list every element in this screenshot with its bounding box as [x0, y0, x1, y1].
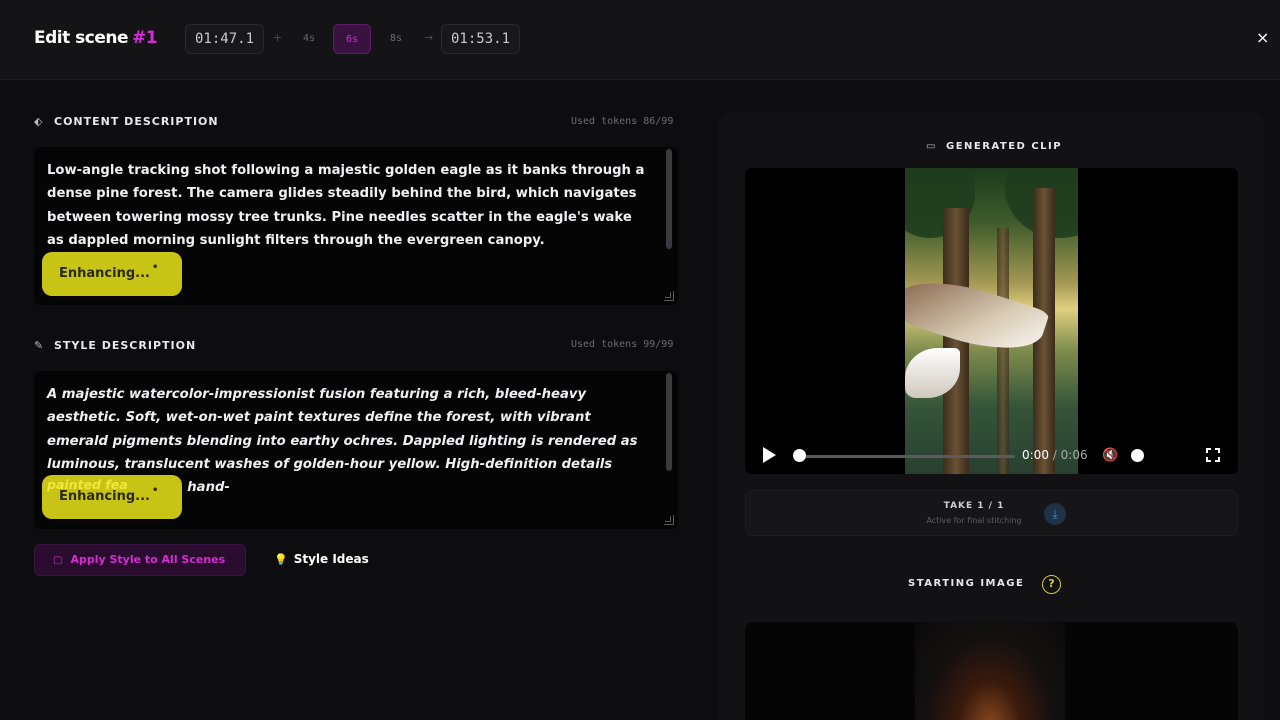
plus-sign: + [273, 31, 283, 44]
generated-clip-label-text: GENERATED CLIP [946, 141, 1063, 152]
volume-knob[interactable] [1131, 449, 1144, 462]
duration-8s-button[interactable]: 8s [377, 24, 415, 54]
video-frame [905, 168, 1078, 474]
duration-6s-button[interactable]: 6s [333, 24, 371, 54]
style-description-label: ✎ STYLE DESCRIPTION [34, 339, 196, 352]
spinner-icon: • [152, 262, 159, 273]
progress-knob[interactable] [793, 449, 806, 462]
end-time: 01:53.1 [441, 24, 521, 54]
content-enhancing-button[interactable]: Enhancing... • [42, 252, 182, 296]
content-token-count: Used tokens 86/99 [571, 116, 674, 127]
content-description-label: ⬖ CONTENT DESCRIPTION [34, 115, 219, 128]
page-title: Edit scene #1 [34, 28, 158, 48]
style-ideas-label: Style Ideas [293, 552, 369, 566]
download-icon[interactable]: ⤓ [1044, 503, 1066, 525]
help-icon[interactable]: ? [1042, 575, 1061, 594]
style-enhancing-button[interactable]: painted fea Enhancing... • [42, 475, 182, 519]
take-label: TAKE 1 / 1 [943, 501, 1005, 511]
generated-clip-label: ▭ GENERATED CLIP [926, 141, 1062, 152]
content-enhancing-label: Enhancing... [59, 266, 150, 281]
starting-image[interactable] [745, 622, 1238, 720]
take-selector: TAKE 1 / 1 Active for final stitching ⤓ [745, 490, 1238, 536]
style-description-label-text: STYLE DESCRIPTION [54, 339, 197, 352]
brush-icon: ✎ [34, 339, 45, 352]
content-scrollbar[interactable] [666, 149, 672, 249]
mute-icon[interactable]: 🔇 [1102, 448, 1118, 463]
apply-style-all-scenes-button[interactable]: ▢ Apply Style to All Scenes [34, 544, 246, 576]
video-controls: 0:00 / 0:06 🔇 [745, 438, 1238, 474]
header: Edit scene #1 01:47.1 + 4s 6s 8s → 01:53.… [0, 0, 1280, 80]
style-ideas-button[interactable]: 💡 Style Ideas [274, 552, 369, 566]
starting-image-frame [915, 622, 1065, 720]
lightbulb-icon: 💡 [274, 553, 288, 566]
page-title-text: Edit scene [34, 28, 129, 48]
style-token-count: Used tokens 99/99 [571, 339, 674, 350]
content-description-text[interactable]: Low-angle tracking shot following a maje… [47, 159, 645, 252]
video-player[interactable]: 0:00 / 0:06 🔇 [745, 168, 1238, 474]
tag-icon: ⬖ [34, 115, 44, 128]
arrow-right-icon: → [424, 31, 434, 44]
fullscreen-icon[interactable] [1206, 448, 1220, 462]
duration-4s-button[interactable]: 4s [290, 24, 328, 54]
apply-style-label: Apply Style to All Scenes [70, 553, 226, 566]
total-time: / 0:06 [1052, 448, 1088, 462]
content-resize-handle[interactable] [664, 291, 674, 301]
video-icon: ▭ [926, 141, 937, 152]
content-description-label-text: CONTENT DESCRIPTION [54, 115, 219, 128]
progress-track[interactable] [798, 455, 1015, 458]
scene-number: #1 [132, 28, 158, 48]
take-subtitle: Active for final stitching [926, 516, 1022, 525]
style-resize-handle[interactable] [664, 515, 674, 525]
start-time: 01:47.1 [185, 24, 265, 54]
style-overflow-text: painted fea [47, 477, 128, 492]
spinner-icon: • [152, 485, 159, 496]
play-icon[interactable] [763, 447, 776, 463]
style-scrollbar[interactable] [666, 373, 672, 471]
close-icon[interactable]: × [1256, 28, 1269, 47]
copy-icon: ▢ [53, 555, 63, 566]
video-time: 0:00 / 0:06 [1022, 448, 1088, 462]
current-time: 0:00 [1022, 448, 1049, 462]
starting-image-label: STARTING IMAGE [908, 578, 1025, 589]
